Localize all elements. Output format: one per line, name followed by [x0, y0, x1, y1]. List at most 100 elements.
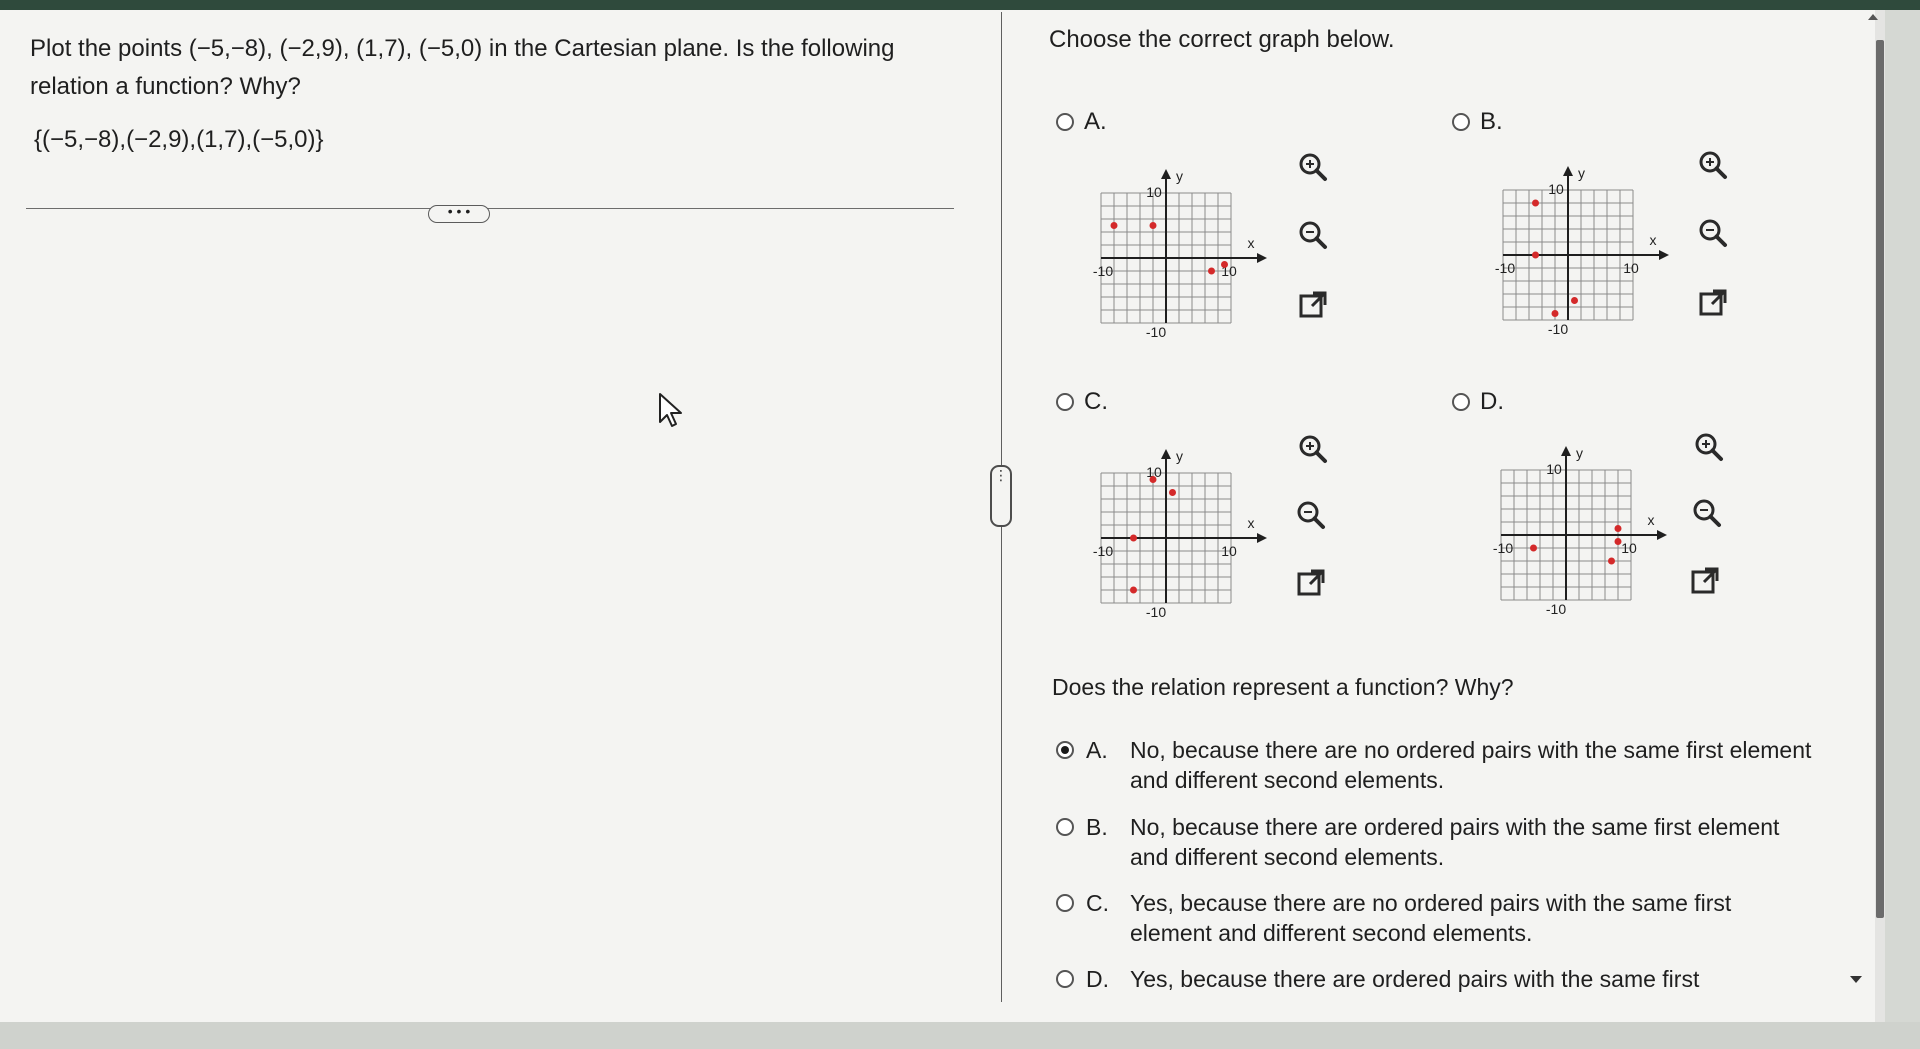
graph-b: y x 10 -10 -10 10 [1495, 165, 1669, 337]
zoom-in-icon[interactable] [1296, 432, 1330, 466]
data-point [1169, 489, 1176, 496]
answer-option-c-letter: C. [1086, 890, 1109, 916]
popout-icon[interactable] [1696, 286, 1730, 320]
graph-option-b[interactable]: B. [1452, 108, 1503, 136]
x-tick-max-label: 10 [1221, 543, 1237, 559]
answer-option-d-text: Yes, because there are ordered pairs wit… [1130, 966, 1700, 992]
graph-a: yx10-10-10 10 [1093, 168, 1267, 340]
answer-option-d-letter: D. [1086, 966, 1109, 992]
pane-resize-handle[interactable]: ⋮ [990, 465, 1012, 527]
mouse-cursor-icon [659, 393, 682, 427]
graph-option-a-radio[interactable] [1056, 113, 1074, 131]
scrollbar-thumb[interactable] [1876, 40, 1884, 918]
data-point [1110, 222, 1118, 229]
y-tick-max-label: 10 [1548, 181, 1564, 197]
data-point [1614, 538, 1622, 545]
data-point [1614, 525, 1622, 532]
graph-option-a[interactable]: A. [1056, 108, 1107, 136]
popout-icon[interactable] [1296, 288, 1330, 322]
y-axis-arrow [1161, 449, 1171, 459]
popout-icon[interactable] [1294, 566, 1328, 600]
x-tick-min-label: -10 [1493, 540, 1513, 556]
graph-option-a-label: A. [1084, 108, 1107, 135]
data-point [1608, 557, 1615, 565]
answer-option-c-radio[interactable] [1056, 894, 1074, 912]
graph-option-d[interactable]: D. [1452, 388, 1504, 416]
x-axis-arrow [1257, 253, 1267, 263]
data-point [1571, 297, 1578, 304]
answer-option-b[interactable]: B. No, because there are ordered pairs w… [1056, 812, 1816, 872]
zoom-in-icon[interactable] [1696, 148, 1730, 182]
data-point [1530, 544, 1537, 552]
popout-icon[interactable] [1688, 564, 1722, 598]
x-tick-min-label: -10 [1093, 543, 1113, 559]
y-axis-label: y [1578, 165, 1585, 181]
y-tick-min-label: -10 [1146, 604, 1166, 620]
x-tick-min-label: -10 [1093, 263, 1113, 279]
x-axis-label: x [1248, 235, 1255, 251]
zoom-in-icon[interactable] [1296, 150, 1330, 184]
graph-option-d-label: D. [1480, 388, 1504, 415]
x-axis-arrow [1659, 250, 1669, 260]
y-tick-min-label: -10 [1146, 324, 1166, 340]
y-tick-max-label: 10 [1546, 461, 1562, 477]
question-text: Plot the points (−5,−8), (−2,9), (1,7), … [30, 35, 895, 100]
y-axis-arrow [1561, 446, 1571, 456]
x-tick-min-label: -10 [1495, 260, 1515, 276]
x-tick-max-label: 10 [1621, 540, 1637, 556]
zoom-out-icon[interactable] [1294, 498, 1328, 532]
x-axis-label: x [1248, 515, 1255, 531]
graph-prompt: Choose the correct graph below. [1049, 26, 1395, 53]
bottom-band [0, 1022, 1920, 1049]
y-tick-min-label: -10 [1546, 601, 1566, 617]
graph-option-d-radio[interactable] [1452, 393, 1470, 411]
y-axis-label: y [1576, 445, 1583, 461]
x-tick-max-label: 10 [1623, 260, 1639, 276]
scroll-up-arrow-icon[interactable] [1868, 14, 1878, 20]
data-point [1149, 476, 1157, 483]
show-more-button[interactable]: • • • [428, 204, 490, 223]
answer-option-b-text: No, because there are ordered pairs with… [1130, 814, 1780, 870]
data-point [1208, 267, 1215, 275]
data-point [1130, 534, 1137, 542]
data-point [1532, 251, 1539, 259]
answer-option-d-radio[interactable] [1056, 970, 1074, 988]
answer-option-c[interactable]: C. Yes, because there are no ordered pai… [1056, 888, 1816, 948]
data-point [1130, 586, 1137, 594]
x-axis-arrow [1257, 533, 1267, 543]
zoom-out-icon[interactable] [1296, 218, 1330, 252]
zoom-out-icon[interactable] [1696, 216, 1730, 250]
function-question-prompt: Does the relation represent a function? … [1052, 674, 1514, 700]
graph-option-c[interactable]: C. [1056, 388, 1108, 416]
y-axis-arrow [1563, 166, 1573, 176]
zoom-out-icon[interactable] [1690, 496, 1724, 530]
scroll-down-arrow-icon[interactable] [1850, 976, 1862, 983]
answer-option-c-text: Yes, because there are no ordered pairs … [1130, 890, 1732, 946]
x-axis-label: x [1648, 512, 1655, 528]
graph-option-c-radio[interactable] [1056, 393, 1074, 411]
graph-option-b-radio[interactable] [1452, 113, 1470, 131]
zoom-in-icon[interactable] [1692, 430, 1726, 464]
window-top-bar [0, 0, 1920, 10]
answer-option-a-radio[interactable] [1056, 741, 1074, 759]
graph-d: y x 10 -10 -10 10 [1493, 445, 1667, 617]
answer-option-a-letter: A. [1086, 737, 1108, 763]
answer-option-d[interactable]: D. Yes, because there are ordered pairs … [1056, 964, 1816, 994]
graph-option-c-label: C. [1084, 388, 1108, 415]
x-axis-arrow [1657, 530, 1667, 540]
y-tick-min-label: -10 [1548, 321, 1568, 337]
y-tick-max-label: 10 [1146, 184, 1162, 200]
graph-option-b-label: B. [1480, 108, 1503, 135]
question-divider [26, 208, 954, 209]
answer-option-a[interactable]: A. No, because there are no ordered pair… [1056, 735, 1816, 795]
data-point [1551, 310, 1559, 317]
relation-set: {(−5,−8),(−2,9),(1,7),(−5,0)} [34, 126, 324, 153]
y-axis-label: y [1176, 168, 1183, 184]
data-point [1532, 199, 1539, 207]
graph-c: yx10-10-10 10 [1093, 448, 1267, 620]
y-axis-label: y [1176, 448, 1183, 464]
x-axis-label: x [1650, 232, 1657, 248]
answer-option-b-radio[interactable] [1056, 818, 1074, 836]
y-axis-arrow [1161, 169, 1171, 179]
data-point [1149, 222, 1157, 229]
